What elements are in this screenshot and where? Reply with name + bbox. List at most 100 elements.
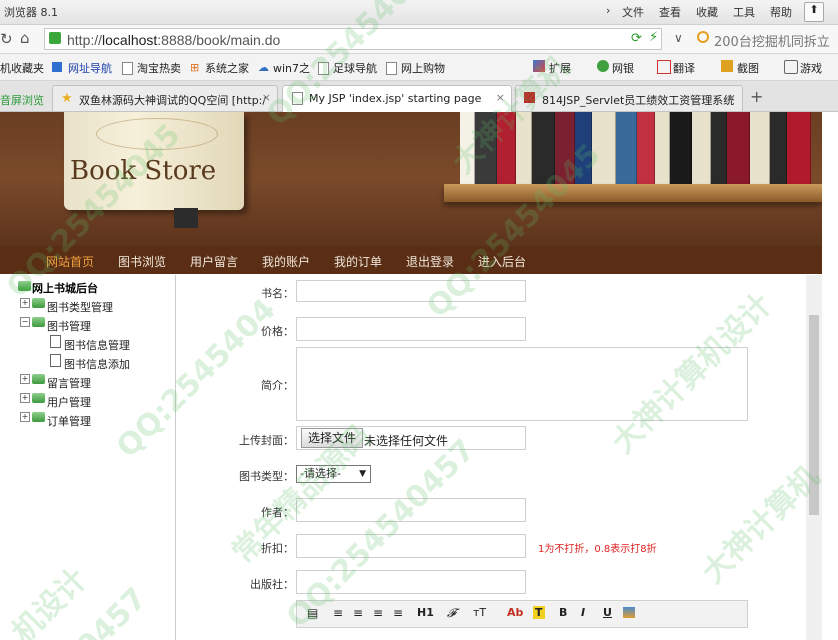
bookshelf-books-image bbox=[460, 112, 822, 184]
book-spine bbox=[727, 112, 750, 184]
search-hint[interactable]: 200台挖掘机同拆立 bbox=[714, 31, 830, 50]
scrollbar-thumb[interactable] bbox=[809, 315, 819, 515]
book-spine bbox=[711, 112, 727, 184]
page-scrollbar[interactable] bbox=[806, 275, 822, 640]
sidebar-item-messages[interactable]: 留言管理 bbox=[47, 375, 91, 391]
new-tab-icon[interactable]: + bbox=[750, 87, 763, 106]
lightning-icon[interactable]: ⚡ bbox=[649, 30, 658, 45]
menu-help[interactable]: 帮助 bbox=[770, 4, 792, 20]
discount-input[interactable] bbox=[296, 534, 526, 558]
sidebar-item-book-types[interactable]: 图书类型管理 bbox=[47, 299, 113, 315]
nav-home[interactable]: 网站首页 bbox=[46, 253, 94, 270]
sidebar-item-book-info-add[interactable]: 图书信息添加 bbox=[64, 356, 130, 372]
menu-favorites[interactable]: 收藏 bbox=[696, 4, 718, 20]
nav-logout[interactable]: 退出登录 bbox=[406, 253, 454, 270]
book-spine bbox=[497, 112, 516, 184]
nav-admin[interactable]: 进入后台 bbox=[478, 253, 526, 270]
expand-plus-icon[interactable]: + bbox=[20, 298, 30, 308]
price-input[interactable] bbox=[296, 317, 526, 341]
font-size-icon[interactable]: тT bbox=[473, 606, 486, 619]
bank-icon bbox=[597, 60, 609, 72]
refresh-green-icon[interactable]: ⟳ bbox=[631, 31, 642, 46]
translate-icon bbox=[657, 60, 671, 74]
folder-open-icon bbox=[18, 281, 31, 291]
discount-hint: 1为不打折，0.8表示打8折 bbox=[538, 544, 657, 555]
choose-file-button[interactable]: 选择文件 bbox=[301, 428, 364, 448]
align-left-icon[interactable]: ≡ bbox=[333, 606, 343, 620]
expand-plus-icon[interactable]: + bbox=[20, 412, 30, 422]
menu-chevron-icon[interactable]: › bbox=[606, 4, 610, 17]
bookmark-taobao[interactable]: 淘宝热卖 bbox=[137, 60, 181, 76]
nav-my-orders[interactable]: 我的订单 bbox=[334, 253, 382, 270]
book-type-select[interactable]: -请选择- ▼ bbox=[296, 465, 371, 483]
intro-textarea[interactable] bbox=[296, 347, 748, 421]
sidebar-item-orders[interactable]: 订单管理 bbox=[47, 413, 91, 429]
tab-qq-space[interactable]: ★ 双鱼林源码大神调试的QQ空间 [http:/ × bbox=[52, 85, 278, 111]
tab-jsp-index[interactable]: My JSP 'index.jsp' starting page × bbox=[282, 85, 512, 112]
author-label: 作者： bbox=[261, 506, 294, 519]
book-spine bbox=[516, 112, 532, 184]
heading-button[interactable]: H1 bbox=[417, 606, 434, 619]
sidebar-item-users[interactable]: 用户管理 bbox=[47, 394, 91, 410]
close-icon[interactable]: × bbox=[727, 91, 736, 104]
screenshot-icon bbox=[721, 60, 733, 72]
bookmark-favorites[interactable]: 机收藏夹 bbox=[0, 60, 44, 76]
publisher-input[interactable] bbox=[296, 570, 526, 594]
bookmark-football[interactable]: 足球导航 bbox=[333, 60, 377, 76]
sidebar-item-books[interactable]: 图书管理 bbox=[47, 318, 91, 334]
name-input[interactable] bbox=[296, 280, 526, 302]
refresh-icon[interactable]: ↻ bbox=[0, 30, 13, 48]
toolbar-games[interactable]: 游戏 bbox=[800, 60, 822, 76]
name-label: 书名： bbox=[261, 287, 294, 300]
collapse-minus-icon[interactable]: − bbox=[20, 317, 30, 327]
bold-button[interactable]: B bbox=[559, 606, 567, 619]
folder-icon bbox=[32, 393, 45, 403]
bookmarks-bar: 机收藏夹 网址导航 淘宝热卖 ⊞ 系统之家 ☁ win7之 足球导航 网上购物 … bbox=[0, 54, 838, 81]
menu-tools[interactable]: 工具 bbox=[733, 4, 755, 20]
toolbar-extensions[interactable]: 扩展 bbox=[549, 60, 571, 76]
menu-view[interactable]: 查看 bbox=[659, 4, 681, 20]
highlight-button[interactable]: T bbox=[533, 606, 545, 619]
search-engine-icon[interactable] bbox=[697, 31, 709, 43]
shield-icon bbox=[49, 32, 61, 44]
chevron-down-icon[interactable]: ∨ bbox=[674, 31, 683, 45]
tab-servlet-system[interactable]: 814JSP_Servlet员工绩效工资管理系统 × bbox=[515, 85, 743, 111]
close-icon[interactable]: × bbox=[496, 91, 505, 104]
underline-button[interactable]: U bbox=[603, 606, 612, 619]
browser-title-bar: 浏览器 8.1 › 文件 查看 收藏 工具 帮助 ⬆ bbox=[0, 0, 838, 25]
align-right-icon[interactable]: ≡ bbox=[373, 606, 383, 620]
nav-messages[interactable]: 用户留言 bbox=[190, 253, 238, 270]
toolbar-bank[interactable]: 网银 bbox=[612, 60, 634, 76]
tab-split-view[interactable]: 音屏浏览 bbox=[0, 92, 44, 108]
image-insert-icon[interactable] bbox=[623, 607, 635, 618]
page-icon bbox=[318, 62, 329, 75]
tab-strip: 音屏浏览 ★ 双鱼林源码大神调试的QQ空间 [http:/ × My JSP '… bbox=[0, 81, 838, 112]
toolbar-translate[interactable]: 翻译 bbox=[673, 60, 695, 76]
bookmark-shopping[interactable]: 网上购物 bbox=[401, 60, 445, 76]
font-family-icon[interactable]: 𝓕 bbox=[447, 606, 456, 621]
font-color-button[interactable]: Ab bbox=[507, 606, 523, 619]
source-icon[interactable]: ▤ bbox=[307, 606, 318, 620]
bookmark-win7[interactable]: win7之 bbox=[273, 60, 310, 76]
align-justify-icon[interactable]: ≡ bbox=[393, 606, 403, 620]
bookmark-syshome[interactable]: 系统之家 bbox=[205, 60, 249, 76]
bookshelf-image bbox=[444, 184, 822, 202]
url-text[interactable]: http://localhost:8888/book/main.do bbox=[67, 32, 280, 48]
url-box[interactable]: http://localhost:8888/book/main.do ⟳ ⚡ bbox=[44, 28, 662, 50]
book-spine bbox=[616, 112, 637, 184]
book-spine bbox=[692, 112, 711, 184]
align-center-icon[interactable]: ≡ bbox=[353, 606, 363, 620]
toolbar-screenshot[interactable]: 截图 bbox=[737, 60, 759, 76]
expand-plus-icon[interactable]: + bbox=[20, 374, 30, 384]
menu-file[interactable]: 文件 bbox=[622, 4, 644, 20]
author-input[interactable] bbox=[296, 498, 526, 522]
bookmark-nav[interactable]: 网址导航 bbox=[68, 60, 112, 76]
home-icon[interactable]: ⌂ bbox=[20, 29, 30, 47]
close-icon[interactable]: × bbox=[262, 91, 271, 104]
nav-browse-books[interactable]: 图书浏览 bbox=[118, 253, 166, 270]
nav-my-account[interactable]: 我的账户 bbox=[262, 253, 310, 270]
sidebar-item-book-info-manage[interactable]: 图书信息管理 bbox=[64, 337, 130, 353]
expand-plus-icon[interactable]: + bbox=[20, 393, 30, 403]
italic-button[interactable]: I bbox=[581, 606, 585, 619]
minimize-icon[interactable]: ⬆ bbox=[804, 2, 824, 22]
